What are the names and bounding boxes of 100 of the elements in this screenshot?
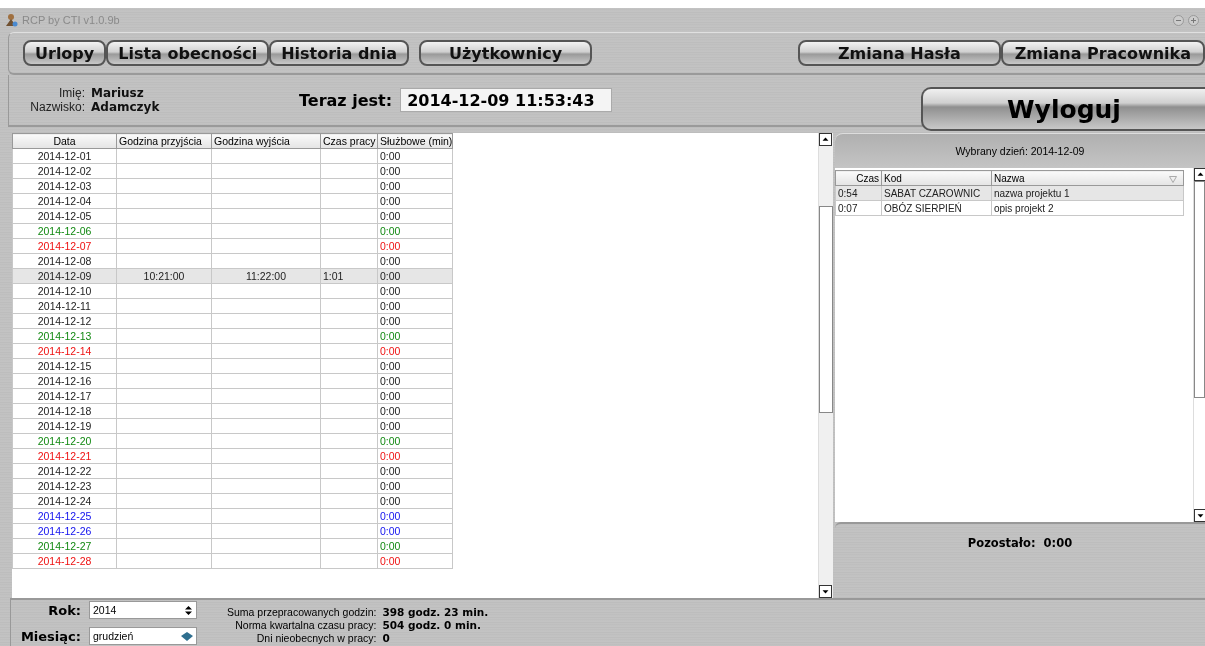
table-cell: 0:00 bbox=[377, 208, 453, 224]
table-cell: nazwa projektu 1 bbox=[991, 185, 1184, 201]
date-cell: 2014-12-15 bbox=[12, 358, 117, 374]
date-cell: 2014-12-20 bbox=[12, 433, 117, 449]
table-cell: 0:00 bbox=[377, 388, 453, 404]
scroll-up-icon[interactable] bbox=[1194, 168, 1205, 181]
scroll-down-icon[interactable] bbox=[819, 585, 832, 598]
column-header[interactable]: Służbowe (min) bbox=[377, 133, 453, 149]
account-button[interactable]: Zmiana Hasła bbox=[797, 40, 1001, 66]
table-cell: 0:00 bbox=[377, 283, 453, 299]
table-cell: 0:00 bbox=[377, 403, 453, 419]
table-cell: 0:00 bbox=[377, 463, 453, 479]
table-cell: 0:00 bbox=[377, 238, 453, 254]
date-cell: 2014-12-04 bbox=[12, 193, 117, 209]
date-cell: 2014-12-02 bbox=[12, 163, 117, 179]
summary-label: Norma kwartalna czasu pracy: bbox=[234, 619, 377, 631]
year-label: Rok: bbox=[47, 602, 81, 618]
date-cell: 2014-12-17 bbox=[12, 388, 117, 404]
date-cell: 2014-12-03 bbox=[12, 178, 117, 194]
table-cell: SABAT CZAROWNIC bbox=[881, 185, 992, 201]
month-dropdown[interactable]: grudzień bbox=[89, 627, 197, 645]
date-cell: 2014-12-28 bbox=[12, 553, 117, 569]
scrollbar-thumb[interactable] bbox=[1194, 181, 1205, 398]
table-cell: 10:21:00 bbox=[116, 268, 212, 284]
field-label: Nazwisko: bbox=[29, 100, 85, 114]
date-cell: 2014-12-10 bbox=[12, 283, 117, 299]
date-cell: 2014-12-09 bbox=[12, 268, 117, 284]
logout-button[interactable]: Wyloguj bbox=[921, 87, 1205, 131]
table-cell: 1:01 bbox=[320, 268, 378, 284]
nav-button[interactable]: Urlopy bbox=[23, 40, 107, 66]
date-cell: 2014-12-12 bbox=[12, 313, 117, 329]
date-cell: 2014-12-08 bbox=[12, 253, 117, 269]
column-header[interactable]: Kod bbox=[881, 170, 992, 186]
dropdown-icon bbox=[181, 631, 193, 641]
summary-value: 398 godz. 23 min. bbox=[382, 606, 489, 618]
scrollbar-thumb[interactable] bbox=[819, 206, 833, 413]
nav-button[interactable]: Lista obecności bbox=[106, 40, 270, 66]
date-cell: 2014-12-11 bbox=[12, 298, 117, 314]
table-cell: 0:00 bbox=[377, 433, 453, 449]
date-cell: 2014-12-07 bbox=[12, 238, 117, 254]
table-cell: 0:00 bbox=[377, 553, 453, 569]
date-cell: 2014-12-05 bbox=[12, 208, 117, 224]
table-cell: 0:00 bbox=[377, 478, 453, 494]
table-cell: opis projekt 2 bbox=[991, 200, 1184, 216]
date-cell: 2014-12-21 bbox=[12, 448, 117, 464]
date-cell: 2014-12-25 bbox=[12, 508, 117, 524]
summary-label: Dni nieobecnych w pracy: bbox=[255, 632, 377, 644]
table-cell: OBÓZ SIERPIEŃ bbox=[881, 200, 992, 216]
table-cell: 0:00 bbox=[377, 148, 453, 164]
account-button[interactable]: Zmiana Pracownika bbox=[1000, 40, 1205, 66]
table-cell: 11:22:00 bbox=[211, 268, 321, 284]
date-cell: 2014-12-06 bbox=[12, 223, 117, 239]
scroll-down-icon[interactable] bbox=[1194, 509, 1205, 522]
clock-field: 2014-12-09 11:53:43 bbox=[400, 88, 613, 112]
last-name: Adamczyk bbox=[91, 100, 161, 114]
date-cell: 2014-12-23 bbox=[12, 478, 117, 494]
table-cell: 0:00 bbox=[377, 538, 453, 554]
summary-value: 504 godz. 0 min. bbox=[382, 619, 482, 631]
field-label: Imię: bbox=[58, 86, 85, 100]
date-cell: 2014-12-22 bbox=[12, 463, 117, 479]
table-cell: 0:00 bbox=[377, 223, 453, 239]
clock-label: Teraz jest: bbox=[299, 90, 393, 110]
sort-icon bbox=[1169, 175, 1177, 183]
minimize-icon[interactable] bbox=[1173, 14, 1184, 26]
date-cell: 2014-12-19 bbox=[12, 418, 117, 434]
column-header[interactable]: Data bbox=[12, 133, 117, 149]
table-cell: 0:00 bbox=[377, 448, 453, 464]
table-cell: 0:00 bbox=[377, 523, 453, 539]
nav-button[interactable]: Historia dnia bbox=[269, 40, 410, 66]
table-cell: 0:00 bbox=[377, 178, 453, 194]
month-label: Miesiąc: bbox=[19, 628, 81, 644]
app-icon bbox=[4, 13, 18, 27]
summary-label: Suma przepracowanych godzin: bbox=[227, 606, 377, 618]
spinner-icon bbox=[184, 604, 193, 616]
table-cell: 0:00 bbox=[377, 298, 453, 314]
remaining-time: Pozostało: 0:00 bbox=[835, 522, 1205, 598]
column-header[interactable]: Godzina przyjścia bbox=[116, 133, 212, 149]
date-cell: 2014-12-14 bbox=[12, 343, 117, 359]
year-spinner[interactable]: 2014 bbox=[89, 601, 197, 619]
table-cell: 0:00 bbox=[377, 508, 453, 524]
date-cell: 2014-12-16 bbox=[12, 373, 117, 389]
column-header[interactable]: Godzina wyjścia bbox=[211, 133, 321, 149]
table-cell: 0:00 bbox=[377, 328, 453, 344]
table-cell: 0:07 bbox=[835, 200, 882, 216]
table-cell: 0:00 bbox=[377, 493, 453, 509]
column-header[interactable]: Czas pracy bbox=[320, 133, 378, 149]
table-cell: 0:00 bbox=[377, 193, 453, 209]
scroll-up-icon[interactable] bbox=[819, 133, 832, 146]
date-cell: 2014-12-26 bbox=[12, 523, 117, 539]
nav-button[interactable]: Użytkownicy bbox=[419, 40, 593, 66]
table-cell: 0:00 bbox=[377, 313, 453, 329]
column-header[interactable]: Nazwa bbox=[991, 170, 1184, 186]
column-header[interactable]: Czas bbox=[835, 170, 882, 186]
table-cell: 0:00 bbox=[377, 343, 453, 359]
maximize-icon[interactable] bbox=[1188, 14, 1199, 26]
date-cell: 2014-12-01 bbox=[12, 148, 117, 164]
first-name: Mariusz bbox=[91, 86, 145, 100]
table-cell: 0:54 bbox=[835, 185, 882, 201]
table-cell: 0:00 bbox=[377, 358, 453, 374]
table-cell: 0:00 bbox=[377, 418, 453, 434]
